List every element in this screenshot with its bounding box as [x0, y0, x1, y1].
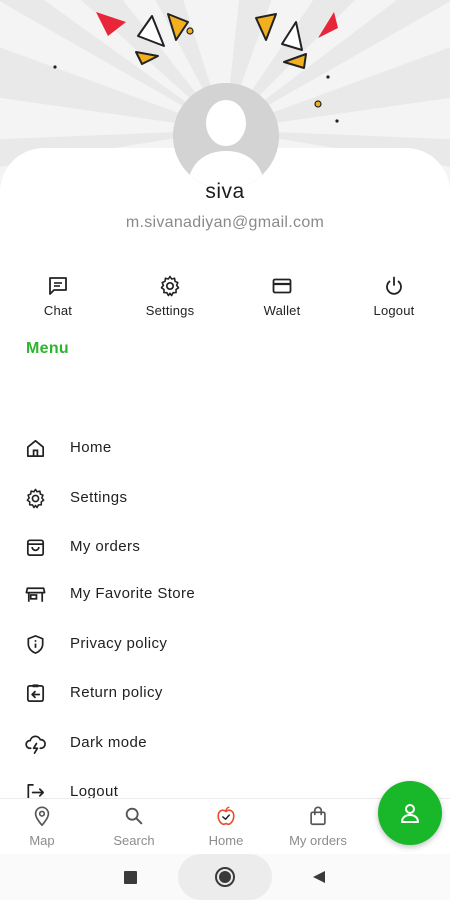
menu-item-label: Return policy — [70, 684, 163, 701]
chat-label: Chat — [43, 303, 73, 318]
nav-item-my-orders[interactable]: My orders — [278, 805, 358, 853]
house-icon — [26, 439, 45, 458]
system-navigation-bar — [0, 854, 450, 900]
menu-item-return-policy[interactable]: Return policy — [0, 670, 450, 716]
shopping-bag-icon — [310, 806, 326, 826]
nav-item-search[interactable]: Search — [94, 805, 174, 853]
menu-item-label: My orders — [70, 538, 141, 555]
wallet-icon — [272, 278, 292, 294]
menu-item-privacy-policy[interactable]: Privacy policy — [0, 621, 450, 667]
wallet-label: Wallet — [263, 303, 301, 318]
default-user-silhouette-icon — [173, 83, 279, 189]
user-email: m.sivanadiyan@gmail.com — [125, 214, 325, 231]
gear-icon — [26, 488, 45, 509]
menu-item-label: Settings — [70, 489, 128, 506]
nav-item-map[interactable]: Map — [2, 805, 82, 853]
menu-item-dark-mode[interactable]: Dark mode — [0, 720, 450, 766]
map-pin-icon — [34, 806, 50, 826]
home-circle-icon — [215, 867, 235, 887]
user-name: siva — [205, 180, 245, 203]
gear-icon — [160, 275, 180, 297]
menu-heading: Menu — [26, 340, 69, 357]
logout-quick-button[interactable]: Logout — [349, 274, 439, 324]
menu-item-label: Privacy policy — [70, 635, 168, 652]
back-triangle-icon[interactable] — [312, 870, 326, 884]
nav-item-home[interactable]: Home — [186, 805, 266, 853]
return-box-icon — [26, 684, 45, 703]
apple-home-icon — [217, 806, 235, 826]
menu-item-label: My Favorite Store — [70, 585, 196, 602]
nav-label: Search — [113, 833, 155, 848]
menu-item-home[interactable]: Home — [0, 425, 450, 471]
chat-icon — [49, 277, 67, 295]
menu-item-label: Dark mode — [70, 734, 147, 751]
logout-label: Logout — [373, 303, 415, 318]
recents-square-icon[interactable] — [124, 871, 137, 884]
profile-screen: siva m.sivanadiyan@gmail.com Chat Settin… — [0, 0, 450, 900]
nav-label: Home — [208, 833, 244, 848]
system-home-pill[interactable] — [178, 854, 272, 900]
shield-info-icon — [27, 635, 44, 654]
search-icon — [125, 807, 143, 825]
menu-item-favorite-store[interactable]: My Favorite Store — [0, 571, 450, 617]
settings-button[interactable]: Settings — [125, 274, 215, 324]
store-icon — [25, 587, 46, 602]
chat-button[interactable]: Chat — [13, 274, 103, 324]
menu-item-settings[interactable]: Settings — [0, 475, 450, 521]
shopping-bag-icon — [26, 539, 45, 557]
quick-actions-row: Chat Settings Wallet Logout — [0, 274, 450, 324]
cloud-lightning-icon — [25, 735, 46, 754]
power-icon — [386, 276, 402, 295]
user-icon — [401, 804, 419, 823]
menu-item-label: Home — [70, 439, 112, 456]
settings-label: Settings — [145, 303, 195, 318]
menu-item-my-orders[interactable]: My orders — [0, 524, 450, 570]
nav-label: My orders — [289, 833, 347, 848]
wallet-button[interactable]: Wallet — [237, 274, 327, 324]
avatar[interactable] — [173, 83, 279, 189]
profile-fab-button[interactable] — [378, 781, 442, 845]
nav-label: Map — [29, 833, 55, 848]
